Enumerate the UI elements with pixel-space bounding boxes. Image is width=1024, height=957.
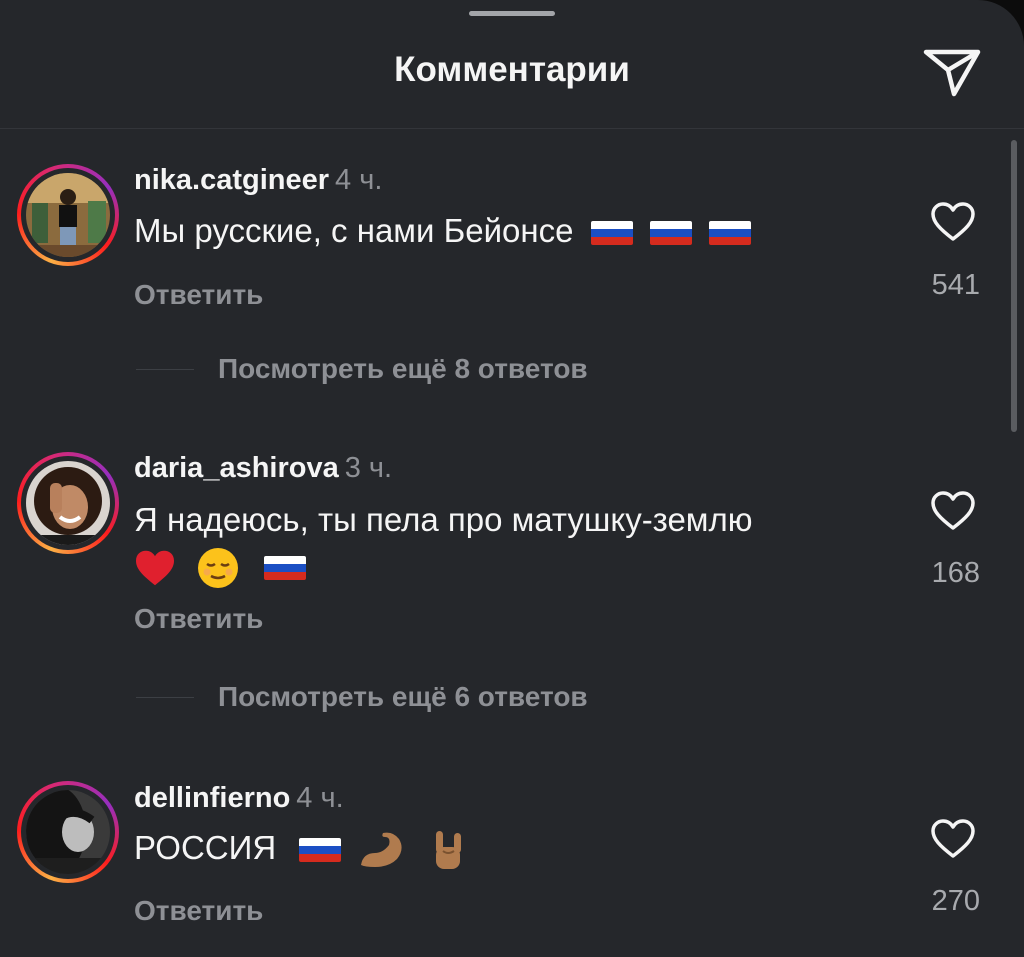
avatar-photo [26,173,110,257]
avatar[interactable] [17,452,119,554]
heart-icon[interactable] [930,201,976,243]
drag-handle[interactable] [469,11,555,16]
comment-text: РОССИЯ [134,825,854,871]
reply-button[interactable]: Ответить [134,895,263,927]
comments-sheet: Комментарии nika.catgineer 4 ч. Мы русск… [0,0,1024,957]
username[interactable]: daria_ashirova [134,452,339,484]
comment-text-body: РОССИЯ [134,829,277,866]
username[interactable]: dellinfierno [134,782,290,814]
timestamp: 4 ч. [296,782,344,814]
timestamp: 3 ч. [344,452,393,484]
avatar[interactable] [17,781,119,883]
heart-icon[interactable] [930,818,976,860]
flag-russia-icon [590,221,633,246]
reply-button[interactable]: Ответить [134,279,263,311]
scrollbar[interactable] [1011,140,1017,432]
view-more-replies-button[interactable]: Посмотреть ещё 6 ответов [218,681,588,713]
red-heart-icon [136,551,174,586]
comment-meta: daria_ashirova 3 ч. [134,452,392,485]
like-count: 168 [931,557,980,589]
flag-russia-icon [649,221,692,246]
avatar-photo [26,790,110,874]
flexed-biceps-icon [360,832,402,868]
paper-plane-icon[interactable] [920,42,984,100]
replies-divider [136,697,194,698]
avatar-photo [26,461,110,545]
replies-divider [136,369,194,370]
username[interactable]: nika.catgineer [134,164,329,196]
relieved-face-icon [198,548,239,589]
comment-text-body: Я надеюсь, ты пела про матушку-землю [134,501,753,538]
flag-russia-icon [708,221,751,246]
comment-text: Мы русские, с нами Бейонсе [134,208,854,254]
sign-of-horns-icon [435,831,461,870]
like-count: 270 [931,885,980,917]
comment-text-body: Мы русские, с нами Бейонсе [134,212,574,249]
header-divider [0,128,1024,129]
flag-russia-icon [264,556,307,581]
comment-meta: nika.catgineer 4 ч. [134,164,382,197]
comment-text: Я надеюсь, ты пела про матушку-землю [134,497,854,589]
flag-russia-icon [299,838,342,863]
timestamp: 4 ч. [335,164,383,196]
sheet-title: Комментарии [394,50,630,89]
like-count: 541 [931,269,980,301]
heart-icon[interactable] [930,490,976,532]
reply-button[interactable]: Ответить [134,603,263,635]
view-more-replies-button[interactable]: Посмотреть ещё 8 ответов [218,353,588,385]
avatar[interactable] [17,164,119,266]
comment-meta: dellinfierno 4 ч. [134,782,344,815]
